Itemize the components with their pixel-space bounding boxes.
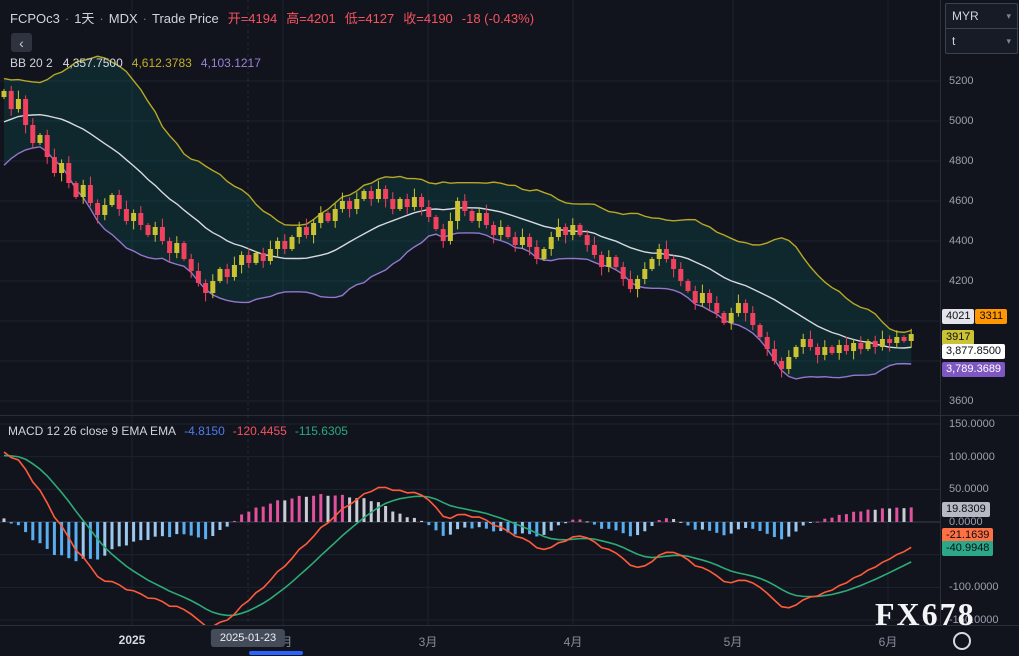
- pane-separator[interactable]: [0, 415, 1019, 416]
- price-scale[interactable]: 5200 5000 4800 4600 4400 4200 3600 150.0000 100.…: [940, 0, 1019, 625]
- macd-indicator-pane[interactable]: [0, 415, 940, 625]
- bb-basis-value: 4,357.7500: [63, 56, 123, 70]
- price-badge-segment: -40.9948: [942, 541, 993, 556]
- macd-legend[interactable]: MACD 12 26 close 9 EMA EMA -4.8150 -120.44…: [8, 424, 348, 438]
- unit-dropdown[interactable]: t ▾: [946, 28, 1017, 53]
- price-badge-segment: 4021: [942, 309, 974, 324]
- unit-value: t: [952, 34, 955, 48]
- time-scale[interactable]: 20252月3月4月5月6月2025-01-23: [0, 625, 1019, 656]
- currency-dropdown[interactable]: MYR ▾: [946, 4, 1017, 28]
- macd-signal-value: -115.6305: [295, 424, 348, 438]
- symbol-name[interactable]: FCPOc3: [10, 11, 60, 26]
- axis-tick-label: 5200: [949, 74, 973, 88]
- axis-tick-label: 0.0000: [949, 515, 983, 529]
- ohlc-close: 收=4190: [403, 11, 453, 26]
- bb-upper-value: 4,612.3783: [132, 56, 192, 70]
- legend-separator: ·: [143, 11, 147, 26]
- axis-tick-label: 4400: [949, 234, 973, 248]
- series-type-label: Trade Price: [152, 11, 219, 26]
- ohlc-high: 高=4201: [286, 11, 336, 26]
- macd-hist-value: -4.8150: [184, 424, 225, 438]
- price-badge: 40213311: [942, 309, 1008, 324]
- back-arrow-icon: ‹: [19, 35, 24, 51]
- price-badge-segment: 3311: [975, 309, 1007, 324]
- axis-tick-label: -100.0000: [949, 580, 999, 594]
- ohlc-low: 低=4127: [345, 11, 395, 26]
- axis-tick-label: 4800: [949, 154, 973, 168]
- ohlc-change: -18 (-0.43%): [462, 11, 534, 26]
- fx678-watermark: FX678: [875, 596, 976, 633]
- macd-line-value: -120.4455: [233, 424, 287, 438]
- time-tick-label: 5月: [724, 633, 743, 650]
- bollinger-legend[interactable]: BB 20 2 4,357.7500 4,612.3783 4,103.1217: [10, 56, 261, 70]
- axis-tick-label: 4200: [949, 274, 973, 288]
- axis-tick-label: 3600: [949, 394, 973, 408]
- ohlc-open: 开=4194: [228, 11, 278, 26]
- price-badge-segment: 3,877.8500: [942, 344, 1005, 359]
- currency-value: MYR: [952, 9, 979, 23]
- axis-tick-label: 100.0000: [949, 450, 995, 464]
- symbol-legend: FCPOc3 · 1天 · MDX · Trade Price 开=4194 高=4201 低=4…: [10, 8, 534, 27]
- price-badge: 19.8309: [942, 502, 991, 517]
- price-badge-segment: 3,789.3689: [942, 362, 1005, 377]
- legend-separator: ·: [99, 11, 103, 26]
- axis-tick-label: 5000: [949, 114, 973, 128]
- time-tick-label: 2025: [119, 633, 146, 647]
- price-badge: -40.9948: [942, 541, 994, 556]
- bb-lower-value: 4,103.1217: [201, 56, 261, 70]
- time-tick-label: 4月: [564, 633, 583, 650]
- time-scrollbar-highlight[interactable]: [249, 651, 303, 655]
- bb-title: BB 20 2: [10, 56, 53, 70]
- time-tick-label: 3月: [419, 633, 438, 650]
- legend-separator: ·: [65, 11, 69, 26]
- selected-date-badge: 2025-01-23: [211, 629, 285, 647]
- time-tick-label: 6月: [879, 633, 898, 650]
- chevron-down-icon: ▾: [1006, 36, 1011, 47]
- exchange-label: MDX: [109, 11, 138, 26]
- chevron-down-icon: ▾: [1006, 11, 1011, 22]
- axis-tick-label: 150.0000: [949, 417, 995, 431]
- macd-title: MACD 12 26 close 9 EMA EMA: [8, 424, 176, 438]
- axis-tick-label: 50.0000: [949, 482, 989, 496]
- price-badge: 3917: [942, 330, 975, 345]
- interval-label[interactable]: 1天: [74, 11, 94, 26]
- fx678-logo-icon: [953, 632, 971, 650]
- currency-unit-selector: MYR ▾ t ▾: [945, 3, 1018, 54]
- axis-tick-label: 4600: [949, 194, 973, 208]
- price-badge: 3,789.3689: [942, 362, 1006, 377]
- back-button[interactable]: ‹: [11, 33, 32, 52]
- price-badge: 3,877.8500: [942, 344, 1006, 359]
- price-badge-segment: 3917: [942, 330, 974, 345]
- price-badge-segment: 19.8309: [942, 502, 990, 517]
